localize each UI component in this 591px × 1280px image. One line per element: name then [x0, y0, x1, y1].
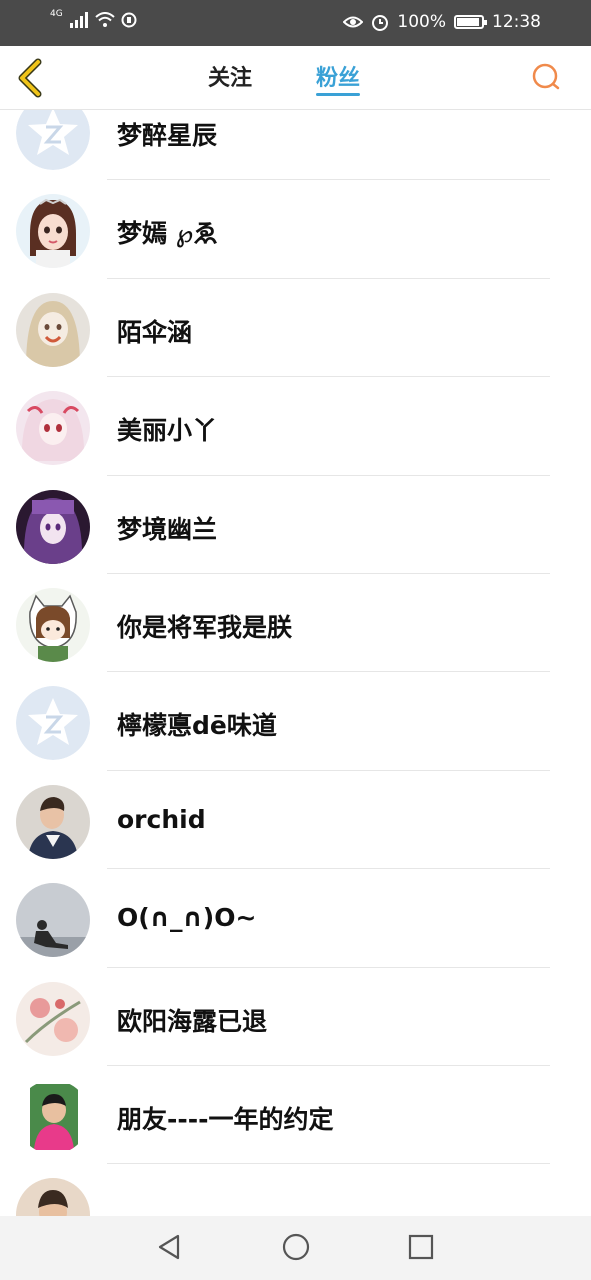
blonde-girl-avatar-icon — [16, 292, 90, 367]
flower-painting-avatar-icon — [16, 981, 90, 1056]
clock: 12:38 — [492, 12, 541, 32]
avatar[interactable] — [16, 587, 90, 662]
man-photo-avatar-icon — [16, 784, 90, 859]
list-item[interactable]: 檸檬悳dē味道 — [0, 672, 591, 771]
follower-name: 梦嫣 ℘ゑ — [117, 219, 219, 249]
signal-icon — [69, 12, 88, 28]
list-item[interactable]: 朋友----一年的约定 — [0, 1066, 591, 1165]
avatar[interactable] — [16, 981, 90, 1056]
tab-following-label: 关注 — [208, 66, 253, 91]
list-item[interactable]: O(∩_∩)O~ — [0, 869, 591, 968]
list-item[interactable]: 欧阳海露已退 — [0, 968, 591, 1066]
active-tab-indicator — [316, 93, 361, 96]
avatar[interactable] — [16, 1079, 90, 1154]
default-qq-avatar-icon — [16, 110, 90, 170]
default-qq-avatar-icon — [16, 686, 90, 761]
tab-fans-label: 粉丝 — [316, 66, 361, 91]
cat-hood-girl-avatar-icon — [16, 587, 90, 662]
sitting-person-photo-avatar-icon — [16, 883, 90, 958]
data-saver-icon — [121, 12, 137, 28]
follower-name: 美丽小丫 — [117, 416, 218, 446]
system-nav-bar — [0, 1216, 591, 1280]
circle-home-icon — [282, 1233, 310, 1261]
avatar[interactable] — [16, 1178, 90, 1216]
header: 关注 粉丝 — [0, 46, 591, 110]
follower-name: 陌伞涵 — [117, 317, 193, 347]
list-item[interactable]: 美丽小丫 — [0, 377, 591, 476]
avatar[interactable] — [16, 784, 90, 859]
list-item[interactable] — [0, 1164, 591, 1216]
battery-percent: 100% — [397, 12, 446, 32]
search-button[interactable] — [531, 62, 561, 92]
follower-name: 檸檬悳dē味道 — [117, 711, 277, 741]
list-item[interactable]: 梦境幽兰 — [0, 476, 591, 574]
list-item[interactable]: orchid — [0, 771, 591, 870]
battery-icon — [454, 15, 487, 29]
follower-list-inner: 梦醉星辰 梦嫣 ℘ゑ 陌伞涵 美丽小丫 梦境幽兰 你是将军我是朕 檸檬悳dē味道… — [0, 110, 591, 1216]
purple-anime-avatar-icon — [16, 489, 90, 564]
triangle-back-icon — [158, 1234, 180, 1260]
nav-back-button[interactable] — [154, 1232, 184, 1262]
follower-name: 梦境幽兰 — [117, 514, 218, 544]
follower-name: 朋友----一年的约定 — [117, 1104, 334, 1134]
follower-list: 梦醉星辰 梦嫣 ℘ゑ 陌伞涵 美丽小丫 梦境幽兰 你是将军我是朕 檸檬悳dē味道… — [0, 110, 591, 1216]
tab-following[interactable]: 关注 — [208, 60, 252, 96]
follower-name: 你是将军我是朕 — [117, 612, 293, 642]
avatar[interactable] — [16, 292, 90, 367]
list-item[interactable]: 陌伞涵 — [0, 279, 591, 378]
square-recents-icon — [408, 1234, 434, 1260]
wifi-icon — [95, 12, 115, 27]
tab-fans[interactable]: 粉丝 — [316, 60, 361, 96]
anime-girl-avatar-icon — [16, 194, 90, 269]
status-right: 100% 12:38 — [343, 12, 541, 32]
avatar[interactable] — [16, 686, 90, 761]
eye-icon — [343, 16, 364, 28]
child-photo-avatar-icon — [16, 1079, 90, 1154]
nav-home-button[interactable] — [281, 1232, 311, 1262]
nav-recents-button[interactable] — [406, 1232, 436, 1262]
list-item[interactable]: 梦醉星辰 — [0, 110, 591, 181]
follower-name: 梦醉星辰 — [117, 121, 218, 150]
status-bar: 4G 100% 12:38 — [0, 0, 591, 46]
search-icon — [532, 63, 560, 90]
follower-name: 欧阳海露已退 — [117, 1006, 268, 1036]
avatar[interactable] — [16, 489, 90, 564]
avatar[interactable] — [16, 883, 90, 958]
boy-photo-avatar-icon — [16, 1178, 90, 1216]
status-left: 4G — [50, 9, 137, 28]
list-item[interactable]: 你是将军我是朕 — [0, 574, 591, 673]
avatar[interactable] — [16, 110, 90, 170]
network-type: 4G — [50, 9, 63, 19]
list-item[interactable]: 梦嫣 ℘ゑ — [0, 180, 591, 279]
back-button[interactable] — [14, 56, 48, 100]
avatar[interactable] — [16, 194, 90, 269]
alarm-icon — [372, 15, 389, 31]
follower-name: O(∩_∩)O~ — [117, 903, 257, 933]
pink-anime-avatar-icon — [16, 391, 90, 466]
avatar[interactable] — [16, 391, 90, 466]
follower-name: orchid — [117, 804, 206, 834]
back-arrow-icon — [18, 58, 42, 98]
